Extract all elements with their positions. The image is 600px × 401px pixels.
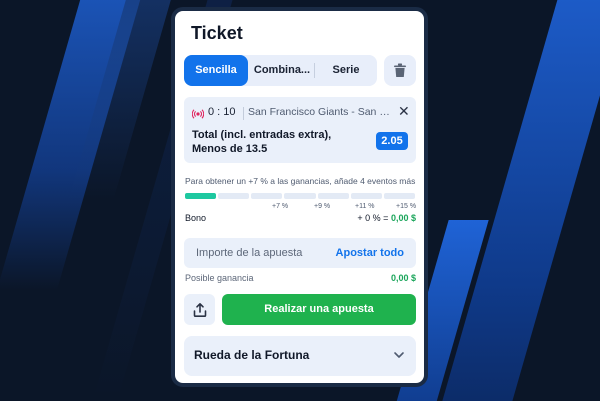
bet-selection-card: 0 : 10 San Francisco Giants - San Diego … — [184, 97, 416, 163]
stake-input[interactable]: Importe de la apuesta Apostar todo — [184, 238, 416, 268]
chevron-down-icon — [394, 352, 404, 358]
background-stripe — [439, 0, 600, 401]
progress-segment — [251, 193, 283, 199]
bonus-percent: + 0 % = — [357, 213, 389, 223]
clear-ticket-button[interactable] — [384, 55, 416, 86]
progress-tick: +9 % — [314, 203, 331, 210]
market-label: Total (incl. entradas extra), Menos de 1… — [192, 129, 332, 155]
place-bet-button[interactable]: Realizar una apuesta — [222, 294, 416, 325]
tab-series[interactable]: Serie — [315, 55, 377, 86]
bonus-amount: 0,00 $ — [390, 213, 416, 223]
tab-combo[interactable]: Combina... — [250, 55, 314, 86]
live-score: 0 : 10 — [208, 106, 236, 118]
wheel-of-fortune-label: Rueda de la Fortuna — [194, 348, 310, 362]
ticket-title: Ticket — [191, 23, 243, 43]
bet-ticket-panel: Ticket Sencilla Combina... Serie 0 : 10 … — [175, 11, 424, 383]
progress-segment — [350, 193, 382, 199]
trash-icon — [394, 63, 406, 77]
progress-tick: +11 % — [355, 203, 375, 210]
progress-segment — [383, 193, 415, 199]
share-button[interactable] — [184, 294, 215, 325]
possible-gain-value: 0,00 $ — [390, 273, 416, 283]
share-upload-icon — [193, 302, 206, 317]
progress-segment — [218, 193, 250, 199]
divider — [243, 107, 244, 120]
bet-type-tabs: Sencilla Combina... Serie — [184, 55, 377, 86]
tab-single[interactable]: Sencilla — [184, 55, 248, 86]
remove-selection-button[interactable]: ✕ — [398, 103, 410, 120]
progress-segment — [317, 193, 349, 199]
progress-segment — [185, 193, 217, 199]
bonus-label: Bono — [185, 213, 207, 223]
close-icon: ✕ — [398, 103, 410, 119]
progress-tick: +15 % — [396, 203, 417, 210]
progress-tick: +7 % — [272, 203, 289, 210]
live-broadcast-icon — [192, 109, 204, 119]
stake-placeholder: Importe de la apuesta — [196, 247, 303, 259]
bet-all-button[interactable]: Apostar todo — [336, 247, 404, 259]
odds-badge: 2.05 — [376, 132, 408, 150]
bonus-promo-text: Para obtener un +7 % a las ganancias, añ… — [185, 176, 416, 186]
progress-segment — [284, 193, 316, 199]
possible-gain-label: Posible ganancia — [185, 273, 254, 283]
match-name: San Francisco Giants - San Diego Padres — [248, 106, 392, 118]
wheel-of-fortune-section[interactable]: Rueda de la Fortuna — [184, 336, 416, 376]
bonus-value: + 0 % = 0,00 $ — [357, 213, 416, 223]
bonus-progress-bar — [185, 193, 415, 199]
